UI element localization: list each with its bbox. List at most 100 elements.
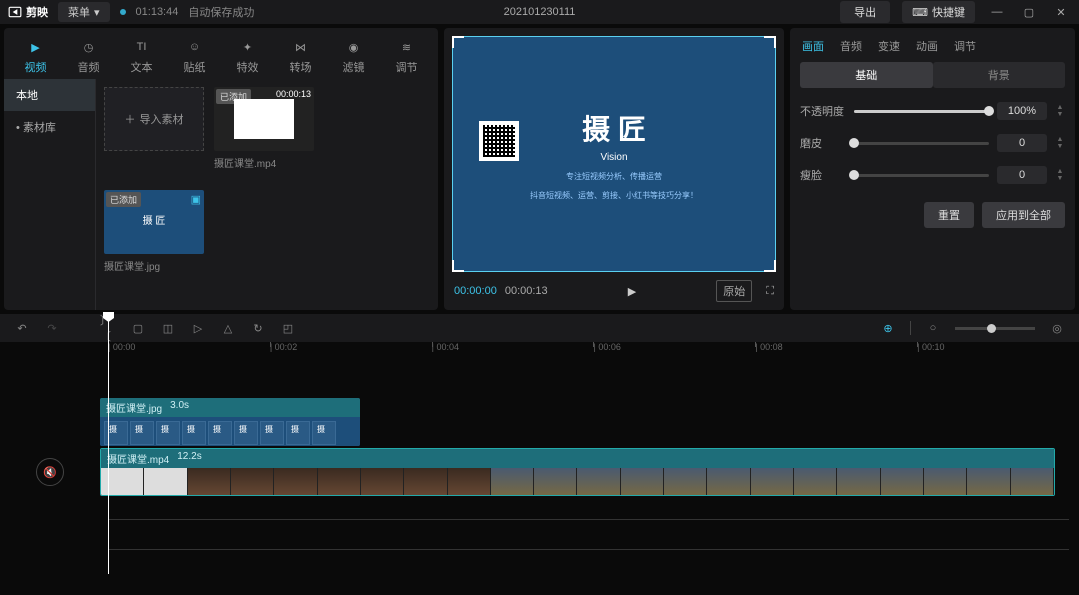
video-icon: ▶ bbox=[27, 38, 45, 56]
tab-transition[interactable]: ⋈转场 bbox=[277, 34, 324, 79]
media-grid: ＋导入素材 已添加 00:00:13 摄匠课堂.mp4 已添加 ▣ 摄 匠 bbox=[96, 79, 438, 310]
preview-panel: 摄 匠 Vision 专注短视频分析、传播运营 抖音短视频、运营、剪接、小红书等… bbox=[444, 28, 784, 310]
tab-adjust[interactable]: ≋调节 bbox=[383, 34, 430, 79]
duration-label: 00:00:13 bbox=[276, 89, 311, 99]
track-row-video: 🔇 摄匠课堂.mp412.2s bbox=[0, 448, 1079, 496]
time-total: 00:00:13 bbox=[505, 285, 548, 297]
row-face: 瘦脸 0 ▲▼ bbox=[800, 166, 1065, 184]
magnet-button[interactable]: ⊕ bbox=[880, 320, 896, 336]
ptab-picture[interactable]: 画面 bbox=[802, 38, 824, 54]
clip-image[interactable]: 摄匠课堂.jpg3.0s bbox=[100, 398, 360, 446]
tab-sticker[interactable]: ☺贴纸 bbox=[171, 34, 218, 79]
tab-effect[interactable]: ✦特效 bbox=[224, 34, 271, 79]
crop-button[interactable]: ◫ bbox=[160, 320, 176, 336]
ptab-adjust[interactable]: 调节 bbox=[954, 38, 976, 54]
sidebar-item-local[interactable]: 本地 bbox=[4, 79, 95, 111]
tab-filter[interactable]: ◉滤镜 bbox=[330, 34, 377, 79]
effect-icon: ✦ bbox=[239, 38, 257, 56]
skin-slider[interactable] bbox=[854, 142, 989, 145]
sidebar-item-library[interactable]: • 素材库 bbox=[4, 111, 95, 143]
export-button[interactable]: 导出 bbox=[840, 1, 890, 23]
opacity-slider[interactable] bbox=[854, 110, 989, 113]
delete-button[interactable]: ▢ bbox=[130, 320, 146, 336]
autosave-indicator-icon bbox=[120, 9, 126, 15]
chevron-down-icon: ▾ bbox=[94, 6, 100, 19]
properties-panel: 画面 音频 变速 动画 调节 基础 背景 不透明度 100% ▲▼ 磨皮 0 ▲… bbox=[790, 28, 1075, 310]
plus-icon: ＋ bbox=[125, 111, 136, 127]
mute-button[interactable]: 🔇 bbox=[36, 458, 64, 486]
preview-text2: 抖音短视频、运营、剪接、小红书等技巧分享！ bbox=[530, 190, 698, 201]
zoom-slider[interactable] bbox=[955, 327, 1035, 330]
clip-video[interactable]: 摄匠课堂.mp412.2s bbox=[100, 448, 1055, 496]
close-button[interactable]: ✕ bbox=[1051, 2, 1071, 22]
project-title: 202101230111 bbox=[504, 6, 576, 18]
tab-audio[interactable]: ◷音频 bbox=[65, 34, 112, 79]
sticker-icon: ☺ bbox=[186, 38, 204, 56]
face-stepper[interactable]: ▲▼ bbox=[1055, 169, 1065, 182]
opacity-value[interactable]: 100% bbox=[997, 102, 1047, 120]
timeline-area: ↶ ↷ 〕〔 ▢ ◫ ▷ △ ↻ ◰ ⊕ ○ ◎ | 00:00 | 00:02… bbox=[0, 314, 1079, 580]
resize-handle-br[interactable] bbox=[764, 260, 776, 272]
title-bar: 剪映 菜单▾ 01:13:44 自动保存成功 202101230111 导出 ⌨… bbox=[0, 0, 1079, 24]
ptab-speed[interactable]: 变速 bbox=[878, 38, 900, 54]
pstab-basic[interactable]: 基础 bbox=[800, 62, 933, 88]
face-value[interactable]: 0 bbox=[997, 166, 1047, 184]
mirror-button[interactable]: △ bbox=[220, 320, 236, 336]
preview-text1: 专注短视频分析、传播运营 bbox=[566, 171, 662, 182]
reset-button[interactable]: 重置 bbox=[924, 202, 974, 228]
time-current: 00:00:00 bbox=[454, 285, 497, 297]
adjust-icon: ≋ bbox=[398, 38, 416, 56]
media-item-image[interactable]: 已添加 ▣ 摄 匠 摄匠课堂.jpg bbox=[104, 190, 204, 273]
resize-handle-tr[interactable] bbox=[764, 36, 776, 48]
prop-tabs: 画面 音频 变速 动画 调节 bbox=[800, 34, 1065, 62]
import-button[interactable]: ＋导入素材 bbox=[104, 87, 204, 151]
added-badge: 已添加 bbox=[106, 192, 141, 207]
qr-code-icon bbox=[479, 121, 519, 161]
timeline-ruler[interactable]: | 00:00 | 00:02 | 00:04 | 00:06 | 00:08 … bbox=[0, 342, 1079, 360]
tab-video[interactable]: ▶视频 bbox=[12, 34, 59, 79]
resize-handle-bl[interactable] bbox=[452, 260, 464, 272]
tracks: 摄匠课堂.jpg3.0s 🔇 摄匠课堂.mp412.2s bbox=[0, 360, 1079, 580]
timeline-toolbar: ↶ ↷ 〕〔 ▢ ◫ ▷ △ ↻ ◰ ⊕ ○ ◎ bbox=[0, 314, 1079, 342]
preview-controls: 00:00:00 00:00:13 ▶ 原始 ⛶ bbox=[452, 272, 776, 302]
media-tabs: ▶视频 ◷音频 TI文本 ☺贴纸 ✦特效 ⋈转场 ◉滤镜 ≋调节 bbox=[4, 28, 438, 79]
opacity-stepper[interactable]: ▲▼ bbox=[1055, 105, 1065, 118]
transition-icon: ⋈ bbox=[292, 38, 310, 56]
speed-button[interactable]: ▷ bbox=[190, 320, 206, 336]
zoom-in-button[interactable]: ◎ bbox=[1049, 320, 1065, 336]
aspect-ratio-button[interactable]: 原始 bbox=[716, 280, 752, 302]
preview-title: 摄 匠 bbox=[582, 108, 646, 148]
logo-icon bbox=[8, 5, 22, 19]
keyboard-icon: ⌨ bbox=[912, 6, 928, 19]
undo-button[interactable]: ↶ bbox=[14, 320, 30, 336]
media-sidebar: 本地 • 素材库 bbox=[4, 79, 96, 310]
rotate-button[interactable]: ↻ bbox=[250, 320, 266, 336]
audio-icon: ◷ bbox=[80, 38, 98, 56]
preview-subtitle: Vision bbox=[600, 152, 627, 163]
maximize-button[interactable]: ▢ bbox=[1019, 2, 1039, 22]
media-item-video[interactable]: 已添加 00:00:13 摄匠课堂.mp4 bbox=[214, 87, 314, 170]
autosave-status: 自动保存成功 bbox=[188, 4, 254, 20]
face-slider[interactable] bbox=[854, 174, 989, 177]
skin-value[interactable]: 0 bbox=[997, 134, 1047, 152]
playhead[interactable] bbox=[108, 314, 109, 574]
resize-handle-tl[interactable] bbox=[452, 36, 464, 48]
app-logo: 剪映 bbox=[8, 4, 48, 20]
zoom-out-button[interactable]: ○ bbox=[925, 320, 941, 336]
ptab-audio[interactable]: 音频 bbox=[840, 38, 862, 54]
apply-all-button[interactable]: 应用到全部 bbox=[982, 202, 1065, 228]
skin-stepper[interactable]: ▲▼ bbox=[1055, 137, 1065, 150]
crop2-button[interactable]: ◰ bbox=[280, 320, 296, 336]
menu-dropdown[interactable]: 菜单▾ bbox=[58, 2, 110, 22]
pstab-bg[interactable]: 背景 bbox=[933, 62, 1066, 88]
shortcuts-button[interactable]: ⌨ 快捷键 bbox=[902, 1, 975, 23]
preview-canvas[interactable]: 摄 匠 Vision 专注短视频分析、传播运营 抖音短视频、运营、剪接、小红书等… bbox=[452, 36, 776, 272]
minimize-button[interactable]: — bbox=[987, 2, 1007, 22]
play-button[interactable]: ▶ bbox=[628, 285, 636, 298]
autosave-time: 01:13:44 bbox=[136, 6, 179, 18]
tab-text[interactable]: TI文本 bbox=[118, 34, 165, 79]
fullscreen-button[interactable]: ⛶ bbox=[766, 285, 774, 298]
ptab-anim[interactable]: 动画 bbox=[916, 38, 938, 54]
media-panel: ▶视频 ◷音频 TI文本 ☺贴纸 ✦特效 ⋈转场 ◉滤镜 ≋调节 本地 • 素材… bbox=[4, 28, 438, 310]
redo-button[interactable]: ↷ bbox=[44, 320, 60, 336]
